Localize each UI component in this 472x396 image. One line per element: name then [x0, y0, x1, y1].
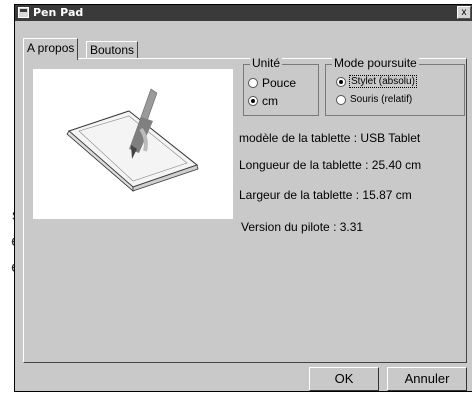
- unit-option-pouce-label: Pouce: [262, 76, 297, 90]
- unit-option-cm[interactable]: cm: [248, 94, 278, 108]
- mode-option-souris[interactable]: Souris (relatif): [336, 94, 412, 105]
- mode-option-souris-label: Souris (relatif): [350, 94, 413, 105]
- radio-cm[interactable]: [248, 96, 258, 106]
- unit-option-cm-label: cm: [262, 94, 278, 108]
- radio-pouce[interactable]: [248, 78, 258, 88]
- title-bar[interactable]: Pen Pad x: [15, 5, 472, 21]
- unit-option-pouce[interactable]: Pouce: [248, 76, 296, 90]
- tablet-width-text: Largeur de la tablette : 15.87 cm: [239, 188, 412, 202]
- close-button[interactable]: x: [457, 6, 471, 19]
- mode-option-stylet-label: Stylet (absolu): [349, 75, 417, 88]
- driver-version-text: Version du pilote : 3.31: [241, 220, 364, 234]
- tablet-model-text: modèle de la tablette : USB Tablet: [239, 131, 421, 145]
- window-title: Pen Pad: [33, 6, 84, 19]
- radio-souris[interactable]: [336, 94, 346, 105]
- radio-stylet[interactable]: [336, 76, 346, 87]
- tablet-preview-image: [33, 69, 233, 219]
- mode-group: Mode poursuite Stylet (absolu) Souris (r…: [325, 56, 465, 116]
- app-icon: [18, 7, 29, 18]
- ok-button[interactable]: OK: [309, 367, 379, 391]
- tab-a-propos[interactable]: A propos: [23, 38, 79, 60]
- mode-group-title: Mode poursuite: [332, 56, 419, 70]
- tab-boutons[interactable]: Boutons: [86, 41, 139, 59]
- pen-pad-window: Pen Pad x A propos Boutons Unité Pouce c…: [14, 4, 472, 392]
- mode-option-stylet[interactable]: Stylet (absolu): [336, 75, 417, 88]
- tablet-length-text: Longueur de la tablette : 25.40 cm: [239, 158, 422, 172]
- unit-group: Unité Pouce cm: [243, 56, 319, 116]
- unit-group-title: Unité: [250, 56, 283, 70]
- cancel-button[interactable]: Annuler: [387, 367, 467, 391]
- tablet-pen-illustration: [66, 88, 199, 192]
